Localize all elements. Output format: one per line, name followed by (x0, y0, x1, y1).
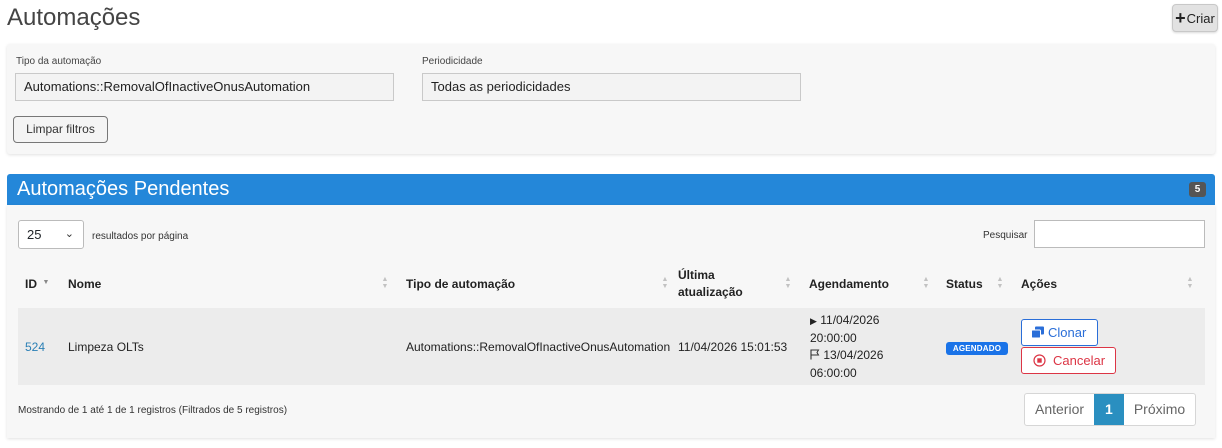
stop-circle-icon (1033, 354, 1046, 367)
per-page-label: resultados por página (92, 231, 189, 242)
panel-title: Automações Pendentes (17, 178, 230, 200)
pagination: Anterior 1 Próximo (1024, 393, 1197, 426)
pending-automations-header: Automações Pendentes 5 (7, 174, 1215, 205)
sort-icon: ▲ ▼ (661, 276, 669, 290)
sort-icon: ▲ ▼ (996, 276, 1004, 290)
sort-icon: ▲ ▼ (381, 276, 389, 290)
page-size-select[interactable]: 25 ⌄ (18, 220, 84, 249)
column-header-atualizacao-line2: atualização (678, 285, 743, 299)
chevron-down-icon: ⌄ (64, 228, 74, 240)
sort-desc-icon: ▼ (42, 279, 50, 286)
search-label: Pesquisar (983, 230, 1028, 241)
table-row: 524 Limpeza OLTs Automations::RemovalOfI… (18, 308, 1205, 385)
copy-icon (1031, 326, 1045, 339)
schedule-start-time: 20:00:00 (810, 331, 857, 345)
clone-button[interactable]: Clonar (1021, 319, 1098, 346)
sort-icon: ▲ ▼ (922, 276, 930, 290)
table-panel: 25 ⌄ resultados por página Pesquisar ID … (7, 205, 1215, 438)
schedule-start-date: 11/04/2026 (820, 313, 880, 327)
column-header-atualizacao[interactable]: Última atualização (678, 267, 743, 301)
page-1-button[interactable]: 1 (1094, 394, 1124, 425)
column-header-acoes[interactable]: Ações (1021, 277, 1057, 291)
next-page-button[interactable]: Próximo (1124, 394, 1195, 425)
column-header-id[interactable]: ID (25, 277, 37, 291)
flag-icon (810, 348, 823, 362)
column-header-agendamento[interactable]: Agendamento (809, 277, 889, 291)
sort-icon: ▲ ▼ (1186, 276, 1194, 290)
table-info: Mostrando de 1 até 1 de 1 registros (Fil… (18, 405, 288, 416)
clear-filters-button[interactable]: Limpar filtros (13, 116, 108, 143)
status-badge: AGENDADO (946, 342, 1008, 355)
create-button-label: Criar (1186, 10, 1215, 26)
play-icon: ▶ (810, 316, 817, 326)
row-tipo: Automations::RemovalOfInactiveOnusAutoma… (406, 340, 671, 354)
schedule-end: 13/04/2026 (810, 348, 883, 362)
automation-type-label: Tipo da automação (16, 56, 102, 67)
create-button[interactable]: + Criar (1172, 4, 1218, 32)
column-header-nome[interactable]: Nome (68, 277, 101, 291)
clone-label: Clonar (1048, 325, 1087, 340)
plus-icon: + (1175, 8, 1186, 28)
periodicity-select[interactable]: Todas as periodicidades (422, 73, 801, 101)
filter-panel: Tipo da automação Automations::RemovalOf… (7, 44, 1215, 154)
page-title: Automações (7, 4, 141, 31)
periodicity-label: Periodicidade (422, 56, 483, 67)
sort-icon: ▲ ▼ (784, 276, 792, 290)
row-nome: Limpeza OLTs (68, 340, 144, 354)
cancel-label: Cancelar (1053, 353, 1106, 368)
page-size-value: 25 (27, 227, 42, 242)
search-input[interactable] (1034, 220, 1205, 248)
schedule-end-date: 13/04/2026 (823, 348, 884, 362)
column-header-tipo[interactable]: Tipo de automação (406, 277, 515, 291)
row-atualizacao: 11/04/2026 15:01:53 (678, 340, 788, 354)
column-header-atualizacao-line1: Última (678, 268, 715, 282)
schedule-start: ▶ 11/04/2026 (810, 313, 879, 327)
column-header-status[interactable]: Status (946, 277, 983, 291)
automation-type-select[interactable]: Automations::RemovalOfInactiveOnusAutoma… (15, 73, 394, 101)
row-id-link[interactable]: 524 (25, 340, 45, 354)
cancel-button[interactable]: Cancelar (1021, 347, 1116, 374)
count-badge: 5 (1189, 182, 1206, 197)
schedule-end-time: 06:00:00 (810, 366, 857, 380)
prev-page-button[interactable]: Anterior (1025, 394, 1094, 425)
